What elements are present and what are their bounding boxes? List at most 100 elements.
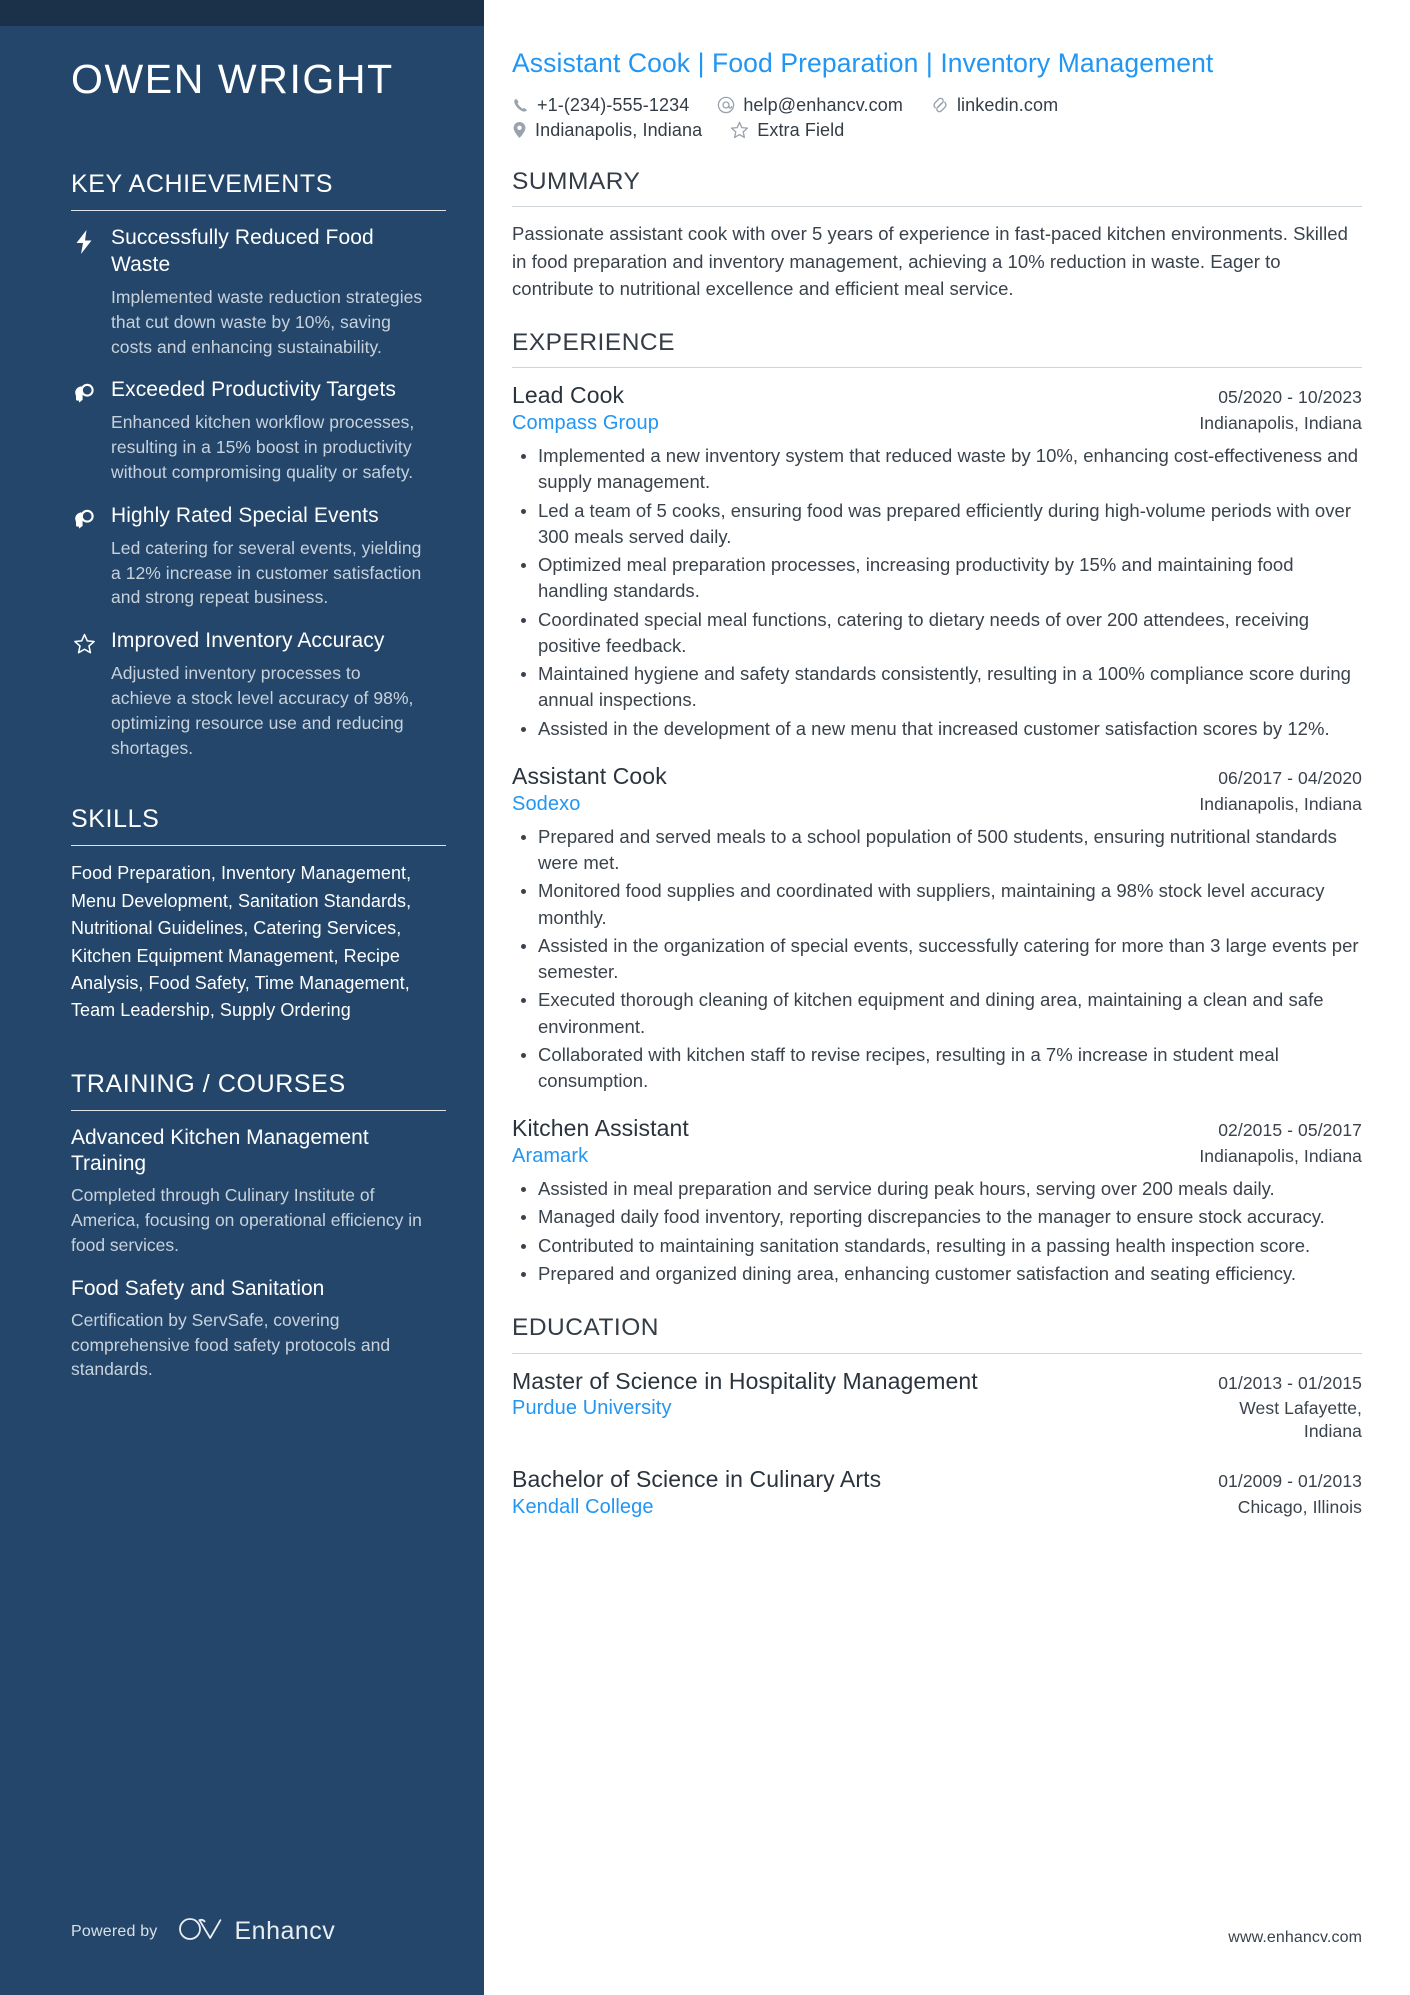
bullet-item: Prepared and served meals to a school po…	[521, 824, 1362, 877]
bullet-item: Prepared and organized dining area, enha…	[521, 1261, 1362, 1287]
contact-extra-field-value: Extra Field	[757, 119, 845, 140]
powered-by-label: Powered by	[71, 1922, 158, 1940]
enhancv-brand-lockup: Enhancv	[178, 1916, 336, 1947]
section-heading-summary: SUMMARY	[512, 167, 641, 195]
contact-row: +1-(234)-555-1234 help@enhancv.com linke…	[512, 95, 1362, 116]
star-outline-icon	[730, 121, 749, 139]
contact-linkedin[interactable]: linkedin.com	[931, 95, 1058, 116]
divider	[71, 1109, 446, 1111]
sidebar-footer: Powered by Enhancv	[71, 1916, 335, 1947]
contact-phone-value: +1-(234)-555-1234	[537, 94, 690, 115]
sidebar: OWEN WRIGHT KEY ACHIEVEMENTS Successfull…	[0, 0, 484, 1995]
section-experience: EXPERIENCE Lead Cook 05/2020 - 10/2023 C…	[512, 328, 1362, 1287]
link-icon	[931, 96, 949, 114]
bullet-item: Assisted in the organization of special …	[521, 933, 1362, 986]
achievement-item: Highly Rated Special Events Led catering…	[71, 503, 426, 610]
experience-bullets: Assisted in meal preparation and service…	[512, 1176, 1362, 1287]
divider	[71, 845, 446, 847]
location-pin-icon	[512, 121, 527, 139]
contact-email-value: help@enhancv.com	[743, 94, 903, 115]
course-item: Food Safety and Sanitation Certification…	[71, 1276, 426, 1382]
candidate-name: OWEN WRIGHT	[71, 56, 394, 102]
contact-extra-field[interactable]: Extra Field	[730, 120, 844, 141]
bullet-item: Maintained hygiene and safety standards …	[521, 661, 1362, 714]
achievement-description: Implemented waste reduction strategies t…	[111, 286, 423, 357]
sidebar-top-strip	[0, 0, 484, 26]
contact-linkedin-value: linkedin.com	[956, 94, 1059, 115]
experience-entry: Assistant Cook 06/2017 - 04/2020 Sodexo …	[512, 762, 1362, 1094]
head-idea-icon	[71, 377, 97, 404]
experience-organization[interactable]: Compass Group	[512, 410, 659, 436]
education-school[interactable]: Purdue University	[512, 1395, 672, 1421]
bullet-item: Contributed to maintaining sanitation st…	[521, 1233, 1362, 1259]
divider	[512, 1352, 1362, 1354]
experience-location: Indianapolis, Indiana	[1199, 413, 1362, 434]
achievement-title: Improved Inventory Accuracy	[111, 629, 385, 653]
enhancv-brand-name: Enhancv	[234, 1917, 336, 1945]
achievement-item: Successfully Reduced Food Waste Implemen…	[71, 225, 426, 359]
experience-date: 05/2020 - 10/2023	[1218, 387, 1362, 408]
experience-entry: Kitchen Assistant 02/2015 - 05/2017 Aram…	[512, 1114, 1362, 1287]
bullet-item: Implemented a new inventory system that …	[521, 443, 1362, 496]
email-at-icon	[717, 96, 735, 114]
education-degree: Bachelor of Science in Culinary Arts	[512, 1465, 882, 1492]
section-heading-key-achievements: KEY ACHIEVEMENTS	[71, 170, 333, 199]
bullet-item: Led a team of 5 cooks, ensuring food was…	[521, 498, 1362, 551]
contact-block: +1-(234)-555-1234 help@enhancv.com linke…	[512, 95, 1362, 141]
section-skills: SKILLS Food Preparation, Inventory Manag…	[71, 804, 446, 1024]
experience-bullets: Prepared and served meals to a school po…	[512, 824, 1362, 1095]
course-item: Advanced Kitchen Management Training Com…	[71, 1125, 426, 1258]
experience-entry: Lead Cook 05/2020 - 10/2023 Compass Grou…	[512, 381, 1362, 742]
achievement-title: Exceeded Productivity Targets	[111, 378, 396, 402]
contact-location-value: Indianapolis, Indiana	[535, 119, 703, 140]
course-description: Completed through Culinary Institute of …	[71, 1185, 422, 1256]
footer-website-url[interactable]: www.enhancv.com	[1228, 1929, 1362, 1947]
experience-date: 02/2015 - 05/2017	[1218, 1120, 1362, 1141]
summary-text: Passionate assistant cook with over 5 ye…	[512, 223, 1348, 299]
education-location: West Lafayette, Indiana	[1239, 1398, 1362, 1442]
achievement-title: Successfully Reduced Food Waste	[111, 226, 374, 276]
experience-organization[interactable]: Aramark	[512, 1143, 588, 1169]
education-degree: Master of Science in Hospitality Managem…	[512, 1367, 978, 1394]
achievement-description: Adjusted inventory processes to achieve …	[111, 663, 414, 758]
contact-email[interactable]: help@enhancv.com	[717, 95, 903, 116]
contact-location[interactable]: Indianapolis, Indiana	[512, 120, 702, 141]
education-location: Chicago, Illinois	[1237, 1496, 1362, 1517]
lightning-bolt-icon	[71, 225, 97, 255]
experience-title: Lead Cook	[512, 382, 625, 409]
divider	[71, 210, 446, 212]
experience-title: Assistant Cook	[512, 762, 667, 789]
phone-icon	[512, 97, 529, 114]
experience-organization[interactable]: Sodexo	[512, 791, 580, 817]
course-title: Advanced Kitchen Management Training	[71, 1125, 369, 1176]
section-heading-training: TRAINING / COURSES	[71, 1069, 346, 1098]
experience-location: Indianapolis, Indiana	[1199, 1146, 1362, 1167]
bullet-item: Executed thorough cleaning of kitchen eq…	[521, 987, 1362, 1040]
resume-page: OWEN WRIGHT KEY ACHIEVEMENTS Successfull…	[0, 0, 1410, 1995]
bullet-item: Optimized meal preparation processes, in…	[521, 552, 1362, 605]
section-key-achievements: KEY ACHIEVEMENTS Successfully Reduced Fo…	[71, 169, 446, 760]
bullet-item: Monitored food supplies and coordinated …	[521, 878, 1362, 931]
achievement-item: Improved Inventory Accuracy Adjusted inv…	[71, 628, 426, 760]
experience-bullets: Implemented a new inventory system that …	[512, 443, 1362, 742]
bullet-item: Assisted in meal preparation and service…	[521, 1176, 1362, 1202]
experience-location: Indianapolis, Indiana	[1199, 793, 1362, 814]
main-content: Assistant Cook | Food Preparation | Inve…	[484, 0, 1410, 1995]
divider	[512, 206, 1362, 208]
course-description: Certification by ServSafe, covering comp…	[71, 1309, 391, 1380]
bullet-item: Managed daily food inventory, reporting …	[521, 1204, 1362, 1230]
section-heading-experience: EXPERIENCE	[512, 328, 675, 356]
course-title: Food Safety and Sanitation	[71, 1276, 325, 1300]
star-outline-icon	[71, 628, 97, 655]
bullet-item: Collaborated with kitchen staff to revis…	[521, 1042, 1362, 1095]
contact-phone[interactable]: +1-(234)-555-1234	[512, 95, 689, 116]
experience-title: Kitchen Assistant	[512, 1115, 689, 1142]
education-school[interactable]: Kendall College	[512, 1494, 654, 1520]
professional-headline: Assistant Cook | Food Preparation | Inve…	[512, 48, 1214, 78]
skills-list: Food Preparation, Inventory Management, …	[71, 863, 412, 1021]
education-entry: Master of Science in Hospitality Managem…	[512, 1367, 1362, 1443]
divider	[512, 367, 1362, 369]
education-date: 01/2009 - 01/2013	[1218, 1470, 1362, 1491]
education-entry: Bachelor of Science in Culinary Arts 01/…	[512, 1465, 1362, 1520]
achievement-description: Enhanced kitchen workflow processes, res…	[111, 412, 415, 482]
